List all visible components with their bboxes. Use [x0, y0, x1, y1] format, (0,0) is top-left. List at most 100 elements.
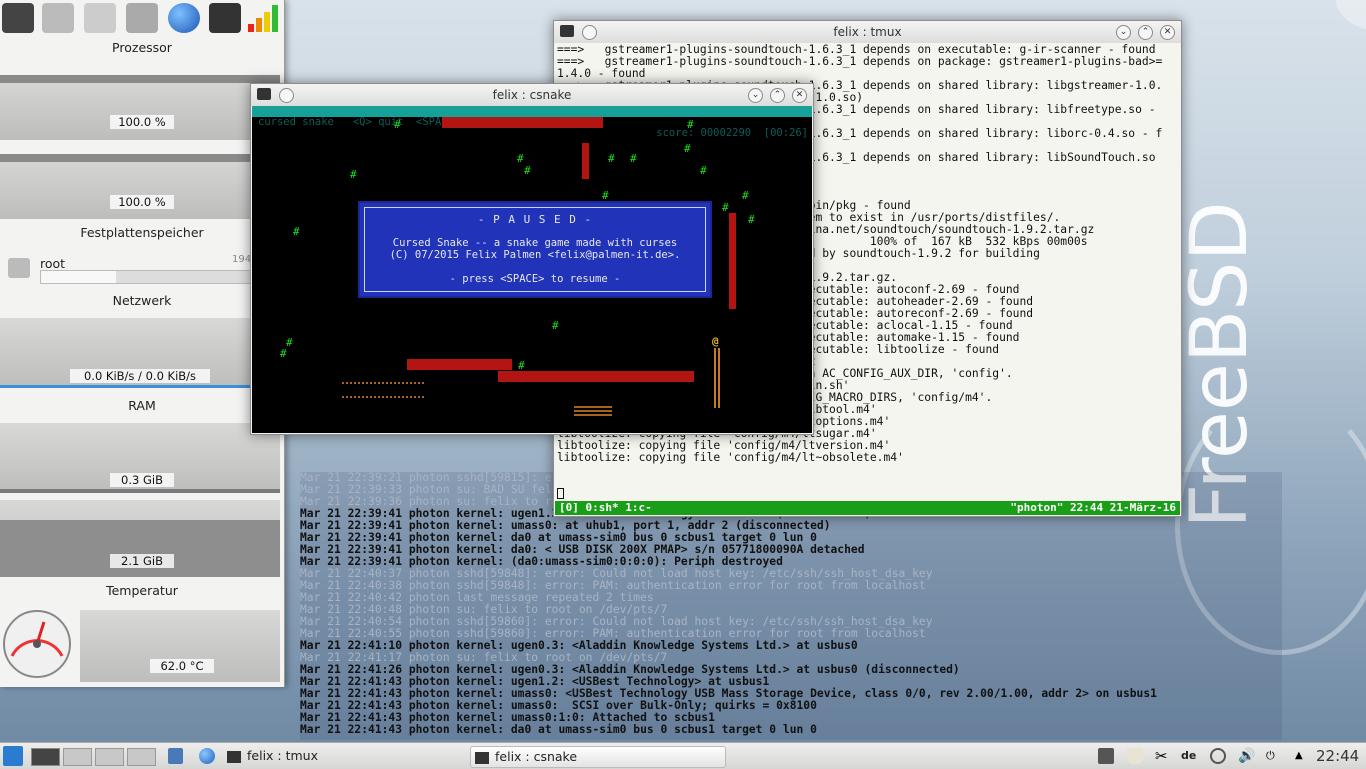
tmux-titlebar[interactable]: felix : tmux ⌄ ⌃ ✕ — [554, 21, 1181, 43]
cpu-chip-icon[interactable] — [209, 3, 241, 33]
clipboard-icon[interactable] — [1098, 748, 1114, 764]
disk-title: Festplattenspeicher — [80, 225, 204, 240]
task-csnake[interactable]: felix : csnake — [470, 746, 726, 768]
csnake-game-area[interactable]: cursed snake <Q> quit <SPACE> pause scor… — [252, 106, 812, 433]
desktop-pager-1[interactable] — [31, 748, 60, 766]
terminal-icon — [227, 750, 241, 763]
food-item: # — [687, 118, 694, 131]
ram-graph-value: 0.3 GiB — [110, 473, 174, 487]
food-item: # — [280, 347, 287, 360]
coffee-cup-icon[interactable] — [1127, 748, 1143, 764]
tmux-status-right: "photon" 22:44 21-März-16 — [1010, 501, 1176, 514]
cpu-graph-1-value: 100.0 % — [110, 115, 174, 129]
food-item: # — [608, 152, 615, 165]
game-wall — [582, 143, 589, 179]
disk-value: 194 — [232, 254, 252, 265]
food-item: # — [700, 164, 707, 177]
browser-launcher-icon[interactable] — [199, 748, 215, 764]
ram-graph: 0.3 GiB — [0, 423, 280, 493]
game-wall — [407, 359, 512, 370]
csnake-window-title: felix : csnake — [492, 88, 572, 102]
cpu-graph-1: 100.0 % — [0, 75, 280, 140]
panel-toolbar — [0, 0, 284, 38]
disk-icon — [8, 258, 30, 278]
tmux-minimize-button[interactable]: ⌄ — [1116, 25, 1131, 40]
swap-graph: 2.1 GiB — [0, 500, 280, 577]
game-wall — [729, 213, 736, 309]
food-item: # — [630, 152, 637, 165]
desktop-pager-3[interactable] — [95, 748, 124, 766]
paused-resume-hint: - press <SPACE> to resume - — [449, 273, 621, 285]
csnake-titlebar[interactable]: felix : csnake ⌄ ⌃ ✕ — [251, 84, 813, 106]
paused-line-1: Cursed Snake -- a snake game made with c… — [392, 237, 678, 249]
csnake-close-button[interactable]: ✕ — [792, 88, 807, 103]
food-item: # — [748, 213, 755, 226]
cpu-graph-2-value: 100.0 % — [110, 195, 174, 209]
drive-icon[interactable] — [42, 3, 74, 33]
paused-line-2: (C) 07/2015 Felix Palmen <felix@palmen-i… — [389, 249, 681, 261]
tmux-status-bar: [0] 0:sh* 1:c- "photon" 22:44 21-März-16 — [555, 501, 1180, 515]
food-item: # — [293, 225, 300, 238]
network-share-icon[interactable] — [126, 3, 158, 33]
tmux-app-icon[interactable] — [560, 25, 574, 37]
tmux-window-title: felix : tmux — [833, 25, 902, 39]
ram-title: RAM — [128, 398, 156, 413]
system-monitor-panel: Prozessor 100.0 % 100.0 % Festplattenspe… — [0, 0, 285, 687]
game-wall — [442, 117, 603, 128]
desktop-corner-decoration — [1335, 0, 1366, 30]
tmux-close-button[interactable]: ✕ — [1160, 25, 1175, 40]
network-status-icon[interactable] — [1210, 748, 1226, 764]
disk-usage-bar — [40, 270, 282, 284]
disk-label: root — [40, 256, 66, 271]
tmux-maximize-button[interactable]: ⌃ — [1138, 25, 1153, 40]
snake-body — [342, 382, 424, 398]
volume-icon[interactable]: 🔊 — [1238, 748, 1255, 764]
snake-head: @ — [712, 335, 719, 348]
csnake-window[interactable]: felix : csnake ⌄ ⌃ ✕ cursed snake <Q> qu… — [250, 83, 814, 435]
csnake-score: score: 00002290 [00:26] — [656, 127, 808, 139]
task-csnake-label: felix : csnake — [495, 749, 578, 764]
signal-bars-icon[interactable] — [248, 4, 278, 32]
terminal-icon — [475, 751, 489, 764]
csnake-pin-button[interactable] — [279, 88, 294, 103]
clock[interactable]: 22:44 — [1316, 747, 1359, 765]
keyboard-layout-indicator[interactable]: de — [1181, 748, 1197, 764]
csnake-app-icon[interactable] — [257, 88, 271, 100]
log-line: Mar 21 22:41:43 photon kernel: da0 at um… — [300, 723, 817, 736]
snake-body — [574, 404, 612, 416]
task-tmux-label: felix : tmux — [247, 748, 318, 763]
scissors-icon[interactable]: ✂ — [1155, 748, 1171, 764]
terminal-cursor — [557, 488, 564, 499]
tmux-pin-button[interactable] — [582, 25, 597, 40]
csnake-minimize-button[interactable]: ⌄ — [748, 88, 763, 103]
globe-icon[interactable] — [168, 3, 200, 33]
network-title: Netzwerk — [112, 293, 172, 308]
food-item: # — [684, 142, 691, 155]
calculator-launcher-icon[interactable] — [168, 748, 183, 764]
hard-disk-icon[interactable] — [2, 3, 34, 33]
taskbar: felix : tmux felix : csnake ✂ de 🔊 ⏻ ▲ 2… — [0, 742, 1366, 769]
food-item: # — [722, 201, 729, 214]
game-wall — [498, 371, 694, 382]
tmux-status-left: [0] 0:sh* 1:c- — [559, 501, 652, 514]
paused-title: - P A U S E D - — [477, 213, 593, 226]
snake-body — [714, 348, 721, 408]
task-tmux[interactable]: felix : tmux — [227, 746, 447, 766]
food-item: # — [517, 152, 524, 165]
csnake-maximize-button[interactable]: ⌃ — [770, 88, 785, 103]
desktop-pager-4[interactable] — [127, 748, 156, 766]
tray-expand-icon[interactable]: ▲ — [1295, 748, 1311, 764]
desktop-pager-2[interactable] — [63, 748, 92, 766]
kde-menu-icon[interactable] — [3, 746, 23, 766]
food-item: # — [518, 359, 525, 372]
food-item: # — [524, 164, 531, 177]
power-icon[interactable]: ⏻ — [1266, 748, 1282, 764]
csnake-header-bar: cursed snake <Q> quit <SPACE> pause scor… — [252, 106, 812, 139]
processor-title: Prozessor — [112, 40, 172, 55]
drive-icon[interactable] — [84, 3, 116, 33]
food-item: # — [552, 319, 559, 332]
temperature-gauge-icon — [0, 606, 75, 678]
temperature-graph: 62.0 °C — [80, 610, 280, 682]
network-graph-value: 0.0 KiB/s / 0.0 KiB/s — [70, 369, 210, 383]
food-item: # — [394, 118, 401, 131]
